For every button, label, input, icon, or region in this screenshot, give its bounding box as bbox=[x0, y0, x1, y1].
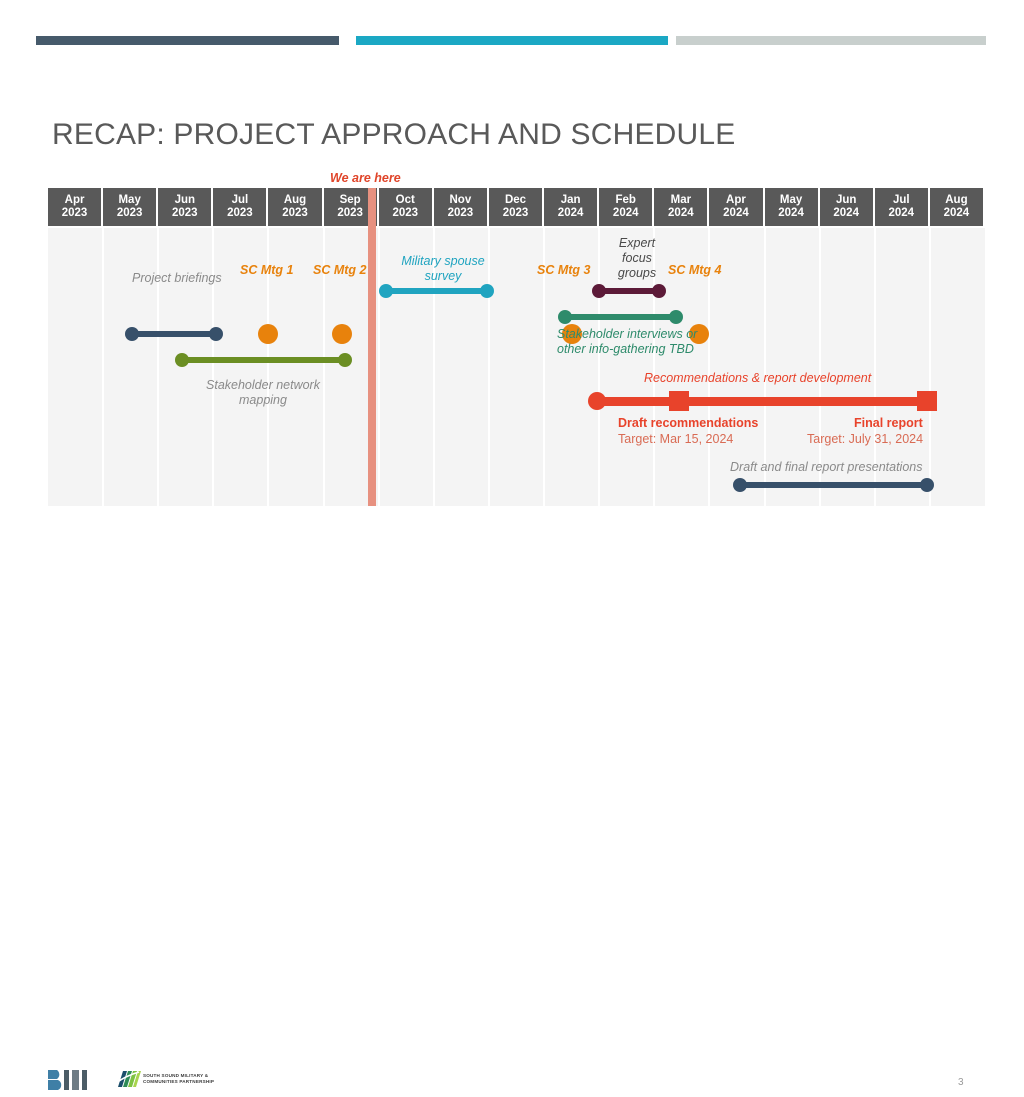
task-end-dot-project-briefings bbox=[209, 327, 223, 341]
milestone-target-final-report: Target: July 31, 2024 bbox=[807, 432, 924, 446]
milestone-label-sc-mtg-4: SC Mtg 4 bbox=[668, 263, 722, 277]
timeline-month-cell: Aug 2024 bbox=[929, 188, 985, 226]
task-start-dot-report-presentations bbox=[733, 478, 747, 492]
task-end-dot-stakeholder-interviews bbox=[669, 310, 683, 324]
slide-footer: SOUTH SOUND MILITARY & COMMUNITIES PARTN… bbox=[0, 530, 1024, 1090]
timeline-month-cell: Oct 2023 bbox=[378, 188, 434, 226]
task-label-military-spouse-survey: Military spouse survey bbox=[401, 254, 485, 283]
timeline-month-header: Apr 2023 May 2023 Jun 2023 Jul 2023 Aug 2023 Sep 20… bbox=[48, 188, 985, 226]
task-label-project-briefings: Project briefings bbox=[132, 271, 222, 285]
timeline-month-cell: Jun 2024 bbox=[819, 188, 875, 226]
current-date-marker-label: We are here bbox=[330, 171, 401, 185]
task-end-dot-military-spouse-survey bbox=[480, 284, 494, 298]
timeline-month-cell: Feb 2024 bbox=[599, 188, 655, 226]
task-start-dot-project-briefings bbox=[125, 327, 139, 341]
task-start-dot-expert-focus-groups bbox=[592, 284, 606, 298]
timeline-month-cell: Jun 2023 bbox=[158, 188, 214, 226]
milestone-title-draft-recommendations: Draft recommendations bbox=[618, 416, 759, 430]
milestone-dot-sc-mtg-2 bbox=[332, 324, 352, 344]
accent-bar-teal bbox=[356, 36, 668, 45]
header-accent-bars bbox=[0, 36, 1024, 45]
milestone-label-sc-mtg-2: SC Mtg 2 bbox=[313, 263, 367, 277]
task-start-dot-stakeholder-mapping bbox=[175, 353, 189, 367]
task-bar-military-spouse-survey bbox=[386, 288, 487, 294]
task-bar-stakeholder-mapping bbox=[182, 357, 345, 363]
accent-bar-dark bbox=[36, 36, 339, 45]
timeline-gridline bbox=[377, 228, 380, 506]
timeline-month-cell: Apr 2024 bbox=[709, 188, 765, 226]
timeline-month-cell: Dec 2023 bbox=[488, 188, 545, 226]
task-label-stakeholder-mapping: Stakeholder network mapping bbox=[206, 378, 320, 407]
timeline-month-cell: Jan 2024 bbox=[544, 188, 600, 226]
milestone-dot-sc-mtg-1 bbox=[258, 324, 278, 344]
timeline-month-cell: May 2023 bbox=[103, 188, 159, 226]
task-label-expert-focus-groups: Expert focus groups bbox=[617, 236, 657, 280]
task-end-dot-expert-focus-groups bbox=[652, 284, 666, 298]
timeline-month-cell: Jul 2024 bbox=[874, 188, 930, 226]
task-bar-project-briefings bbox=[132, 331, 216, 337]
page-title: RECAP: PROJECT APPROACH AND SCHEDULE bbox=[52, 118, 736, 151]
timeline-chart: Apr 2023 May 2023 Jun 2023 Jul 2023 Aug 2023 Sep 20… bbox=[48, 188, 985, 506]
milestone-title-final-report: Final report bbox=[854, 416, 923, 430]
task-start-dot-stakeholder-interviews bbox=[558, 310, 572, 324]
milestone-label-sc-mtg-3: SC Mtg 3 bbox=[537, 263, 591, 277]
timeline-month-cell: Mar 2024 bbox=[654, 188, 710, 226]
timeline-gridline bbox=[102, 228, 105, 506]
task-label-recommendations-development: Recommendations & report development bbox=[644, 371, 872, 385]
task-end-dot-report-presentations bbox=[920, 478, 934, 492]
milestone-target-draft-recommendations: Target: Mar 15, 2024 bbox=[618, 432, 734, 446]
task-start-dot-recommendations-development bbox=[588, 392, 606, 410]
current-date-marker-line bbox=[368, 188, 376, 506]
accent-bar-gray bbox=[676, 36, 986, 45]
task-bar-report-presentations bbox=[740, 482, 927, 488]
bii-logo bbox=[46, 1068, 94, 1097]
timeline-month-cell: Nov 2023 bbox=[433, 188, 489, 226]
task-start-dot-military-spouse-survey bbox=[379, 284, 393, 298]
ssmcp-logo-text: SOUTH SOUND MILITARY & COMMUNITIES PARTN… bbox=[143, 1073, 215, 1084]
timeline-month-cell: Jul 2023 bbox=[213, 188, 269, 226]
milestone-square-final-report bbox=[917, 391, 937, 411]
milestone-square-draft-recommendations bbox=[669, 391, 689, 411]
timeline-gridline bbox=[928, 228, 931, 506]
timeline-month-cell: May 2024 bbox=[764, 188, 820, 226]
task-label-report-presentations: Draft and final report presentations bbox=[730, 460, 923, 474]
ssmcp-logo bbox=[112, 1069, 142, 1094]
timeline-month-cell: Aug 2023 bbox=[268, 188, 324, 226]
task-bar-expert-focus-groups bbox=[599, 288, 659, 294]
task-bar-recommendations-development bbox=[597, 397, 935, 406]
page-number: 3 bbox=[958, 1077, 964, 1088]
task-end-dot-stakeholder-mapping bbox=[338, 353, 352, 367]
timeline-gridline bbox=[212, 228, 215, 506]
timeline-month-cell: Apr 2023 bbox=[48, 188, 104, 226]
timeline-gridline bbox=[157, 228, 160, 506]
task-bar-stakeholder-interviews bbox=[565, 314, 676, 320]
task-label-stakeholder-interviews: Stakeholder interviews or other info-gat… bbox=[557, 327, 698, 356]
milestone-label-sc-mtg-1: SC Mtg 1 bbox=[240, 263, 294, 277]
